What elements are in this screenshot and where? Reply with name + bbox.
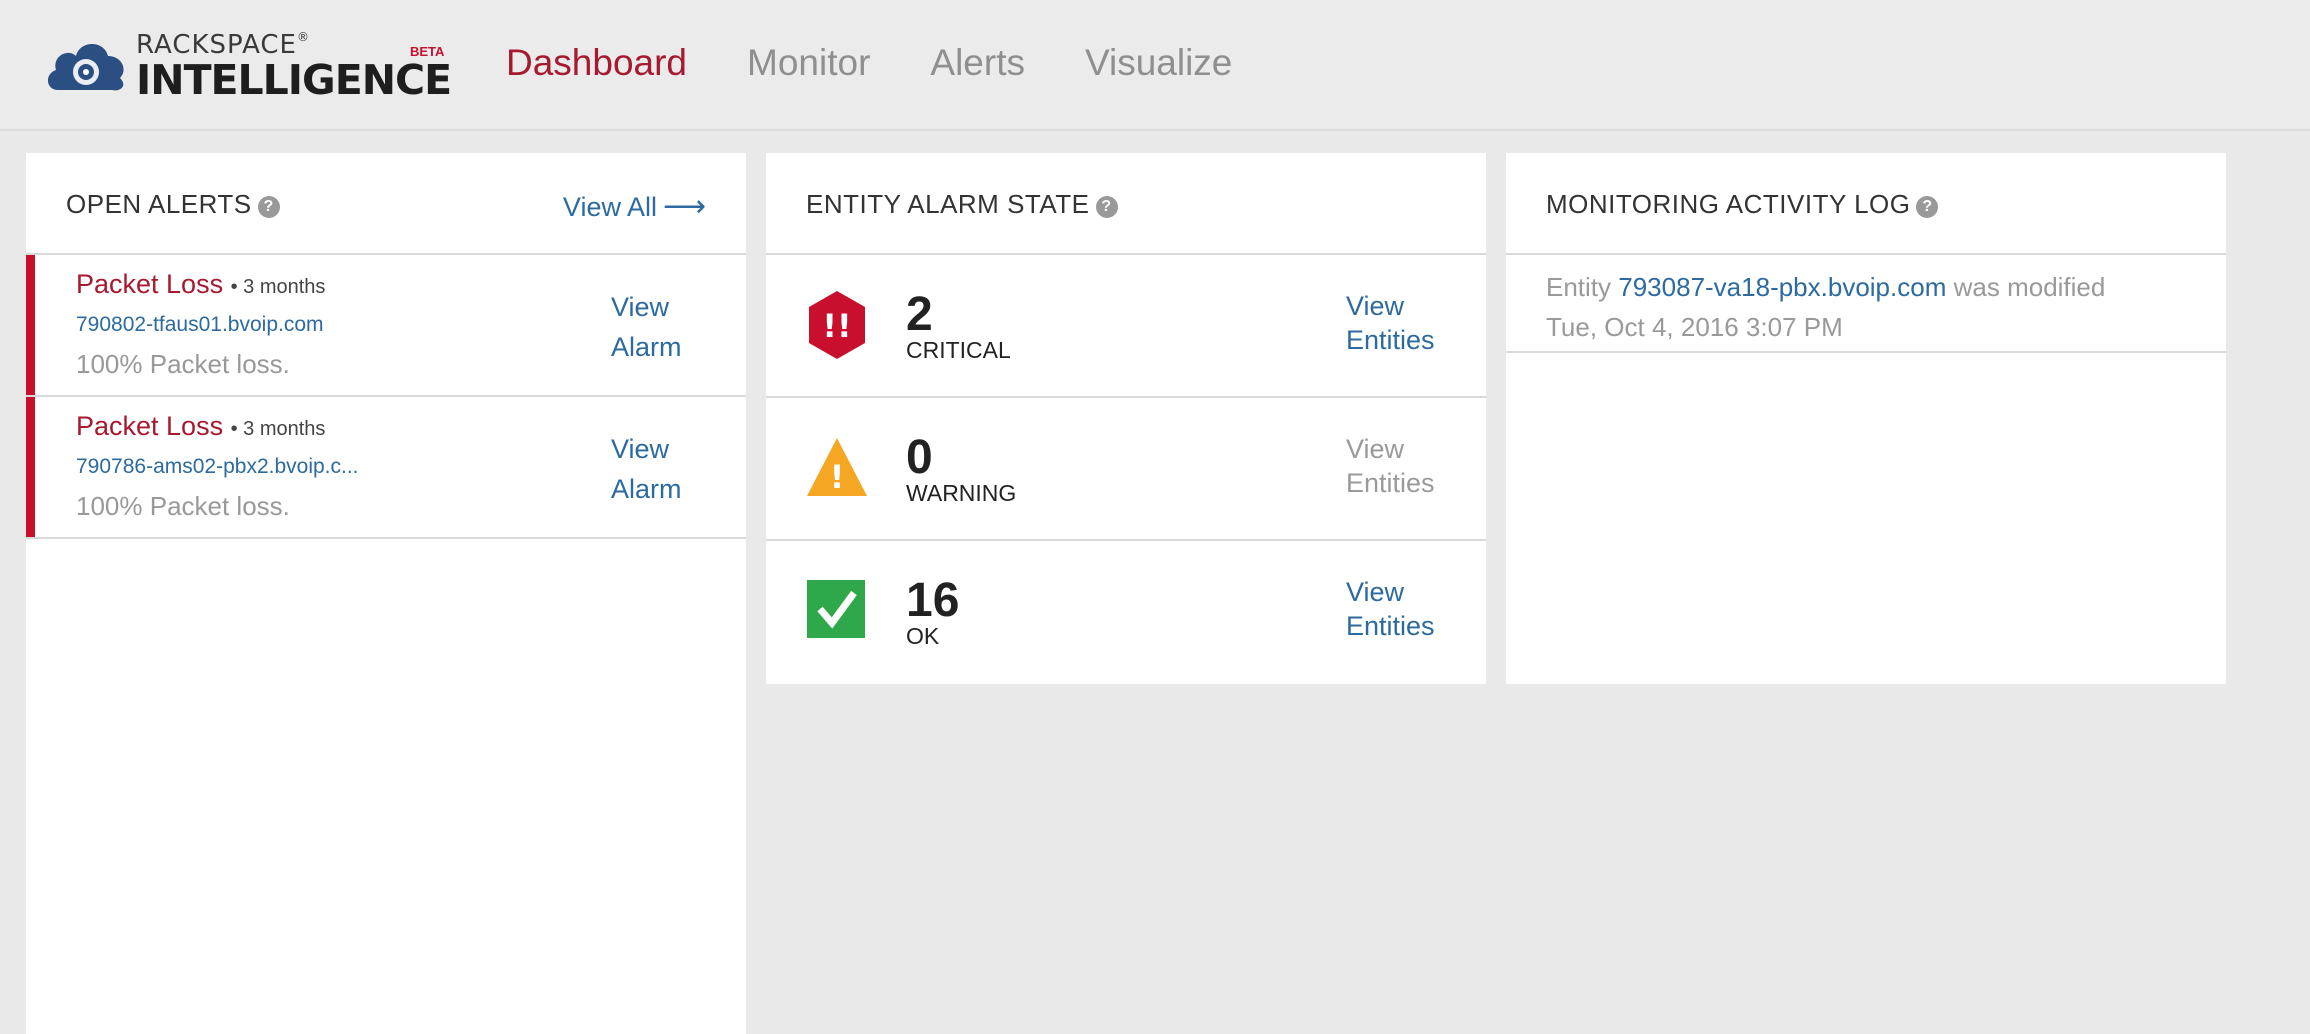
open-alerts-panel: OPEN ALERTS? View All ⟶ Packet Loss • 3 m… [26,153,746,1034]
critical-label: CRITICAL [906,337,1011,363]
open-alerts-header: OPEN ALERTS? View All ⟶ [26,153,746,255]
alert-title: Packet Loss • 3 months [76,411,326,441]
svg-text:!!: !! [822,307,851,345]
nav-visualize[interactable]: Visualize [1085,42,1232,84]
arrow-right-icon: ⟶ [662,190,706,223]
warning-count: 0 [906,431,933,484]
view-ok-entities-link[interactable]: View Entities [1346,575,1456,643]
alert-severity-bar [26,397,35,537]
state-ok-row: 16 OK View Entities [766,541,1486,682]
activity-log-header: MONITORING ACTIVITY LOG? [1506,153,2226,255]
log-timestamp: Tue, Oct 4, 2016 3:07 PM [1546,312,1843,342]
svg-text:!: ! [830,458,845,496]
alert-time: • 3 months [230,276,326,298]
cloud-logo-icon [47,44,124,91]
entity-link[interactable]: 793087-va18-pbx.bvoip.com [1618,272,1946,302]
monitoring-activity-log-panel: MONITORING ACTIVITY LOG? Entity 793087-v… [1506,153,2226,684]
state-warning-row: ! 0 WARNING View Entities [766,398,1486,541]
alert-item: Packet Loss • 3 months 790802-tfaus01.bv… [26,255,746,397]
alert-description: 100% Packet loss. [76,491,290,521]
panel-title: ENTITY ALARM STATE? [806,189,1118,220]
help-icon[interactable]: ? [1095,196,1118,218]
log-entry: Entity 793087-va18-pbx.bvoip.com was mod… [1506,255,2226,353]
critical-count: 2 [906,288,933,341]
alert-description: 100% Packet loss. [76,349,290,379]
critical-icon: !! [809,291,865,359]
view-alarm-link[interactable]: View Alarm [611,287,711,367]
top-header: RACKSPACE® INTELLIGENCE BETA Dashboard M… [0,0,2310,131]
logo-main-text: INTELLIGENCE [136,56,452,104]
rackspace-intelligence-logo[interactable]: RACKSPACE® INTELLIGENCE BETA [44,28,454,104]
view-all-link[interactable]: View All ⟶ [563,189,706,224]
alert-title: Packet Loss • 3 months [76,269,326,299]
state-critical-row: !! 2 CRITICAL View Entities [766,255,1486,398]
panel-title: MONITORING ACTIVITY LOG? [1546,189,1939,220]
main-nav: Dashboard Monitor Alerts Visualize [506,42,1232,84]
alert-host-link[interactable]: 790786-ams02-pbx2.bvoip.c... [76,455,359,479]
nav-dashboard[interactable]: Dashboard [506,42,687,84]
view-warning-entities-link[interactable]: View Entities [1346,432,1456,500]
nav-monitor[interactable]: Monitor [747,42,870,84]
alert-host-link[interactable]: 790802-tfaus01.bvoip.com [76,313,324,337]
nav-alerts[interactable]: Alerts [930,42,1025,84]
log-message: Entity 793087-va18-pbx.bvoip.com was mod… [1546,272,2106,302]
ok-label: OK [906,623,940,649]
entity-alarm-state-panel: ENTITY ALARM STATE? !! 2 CRITICAL View E… [766,153,1486,684]
alert-item: Packet Loss • 3 months 790786-ams02-pbx2… [26,397,746,539]
ok-count: 16 [906,574,960,627]
alert-severity-bar [26,255,35,395]
check-icon [807,580,865,638]
warning-label: WARNING [906,480,1017,506]
entity-alarm-header: ENTITY ALARM STATE? [766,153,1486,255]
warning-icon: ! [807,438,867,496]
view-critical-entities-link[interactable]: View Entities [1346,289,1456,357]
beta-badge: BETA [410,44,445,59]
view-alarm-link[interactable]: View Alarm [611,429,711,509]
panel-title: OPEN ALERTS? [66,189,280,220]
help-icon[interactable]: ? [1916,196,1939,218]
help-icon[interactable]: ? [257,196,280,218]
alert-time: • 3 months [230,418,326,440]
